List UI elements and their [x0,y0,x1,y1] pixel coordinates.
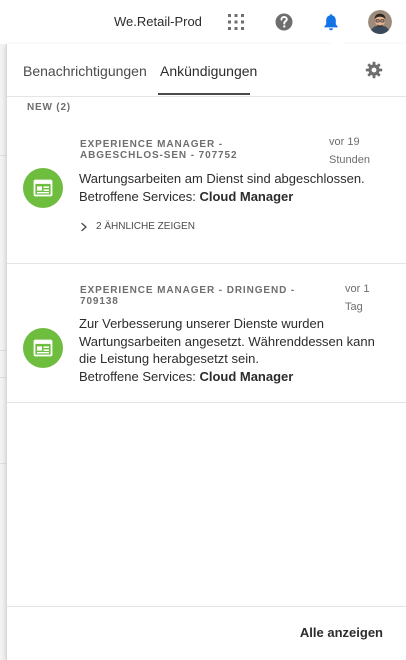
org-switcher[interactable]: We.Retail-Prod [114,14,202,29]
services-value: Cloud Manager [199,368,294,384]
notification-time: vor 1 Tag [345,283,370,313]
popover-tabs: Benachrichtigungen Ankündigungen [7,44,406,97]
tab-notifications[interactable]: Benachrichtigungen [23,63,147,79]
apps-grid-icon[interactable] [226,12,246,32]
notification-time: vor 19 Stunden [329,136,370,166]
services-value: Cloud Manager [199,188,294,204]
services-label: Betroffene Services: [79,368,200,384]
gear-icon[interactable] [365,61,383,79]
affected-services: Betroffene Services: Cloud Manager [79,188,379,206]
active-tab-indicator [158,93,250,95]
announcement-icon [23,328,63,368]
notifications-popover: Benachrichtigungen Ankündigungen NEW (2)… [6,35,406,660]
announcement-icon [23,168,63,208]
help-icon[interactable] [274,12,294,32]
affected-services: Betroffene Services: Cloud Manager [79,368,379,386]
services-label: Betroffene Services: [79,188,200,204]
user-avatar[interactable] [368,10,392,34]
show-similar-link[interactable]: 2 ÄHNLICHE ZEIGEN [79,221,195,232]
bell-icon[interactable] [321,12,341,32]
chevron-right-icon [81,222,87,231]
notification-item[interactable]: EXPERIENCE MANAGER - DRINGEND - 709138 v… [7,264,406,403]
notification-body: Zur Verbesserung unserer Dienste wurden … [79,315,379,385]
tab-announcements[interactable]: Ankündigungen [160,63,257,79]
notification-item[interactable]: EXPERIENCE MANAGER - ABGESCHLOS-SEN - 70… [7,120,406,264]
notification-message: Zur Verbesserung unserer Dienste wurden … [79,316,375,366]
notification-body: Wartungsarbeiten am Dienst sind abgeschl… [79,170,379,205]
show-similar-label: 2 ÄHNLICHE ZEIGEN [96,221,195,232]
view-all-button[interactable]: Alle anzeigen [300,625,383,640]
notification-title: EXPERIENCE MANAGER - ABGESCHLOS-SEN - 70… [80,139,238,161]
section-label-new: NEW (2) [27,102,71,113]
notification-title: EXPERIENCE MANAGER - DRINGEND - 709138 [80,285,296,307]
popover-footer: Alle anzeigen [7,606,406,660]
shell-header: We.Retail-Prod [0,0,406,44]
notification-message: Wartungsarbeiten am Dienst sind abgeschl… [79,171,365,186]
